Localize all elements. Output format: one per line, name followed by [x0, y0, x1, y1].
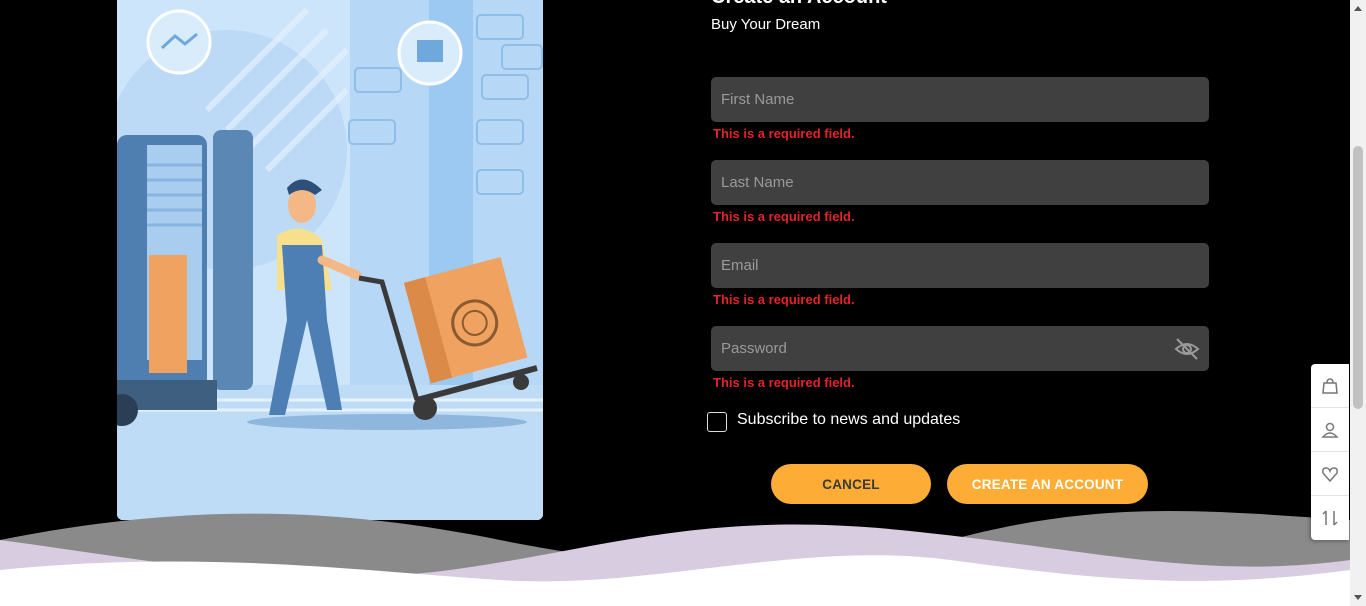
account-icon[interactable] — [1311, 408, 1349, 452]
create-account-button[interactable]: CREATE AN ACCOUNT — [947, 464, 1148, 504]
scroll-up-icon[interactable] — [1350, 0, 1366, 16]
first-name-input[interactable] — [711, 77, 1209, 122]
heart-icon[interactable] — [1311, 452, 1349, 496]
subscribe-checkbox[interactable] — [707, 412, 727, 432]
decorative-wave — [0, 511, 1350, 606]
scrollbar-thumb[interactable] — [1353, 146, 1363, 409]
page-subtitle: Buy Your Dream — [711, 16, 821, 33]
eye-slash-icon[interactable] — [1173, 335, 1201, 363]
quick-access-sidebar — [1311, 364, 1349, 540]
password-error: This is a required field. — [713, 375, 855, 390]
email-error: This is a required field. — [713, 292, 855, 307]
email-input[interactable] — [711, 243, 1209, 288]
last-name-error: This is a required field. — [713, 209, 855, 224]
cart-bag-icon[interactable] — [1311, 364, 1349, 408]
subscribe-label[interactable]: Subscribe to news and updates — [737, 411, 960, 429]
last-name-input[interactable] — [711, 160, 1209, 205]
page-title: Create an Account — [711, 0, 887, 9]
compare-icon[interactable] — [1311, 496, 1349, 540]
scroll-down-icon[interactable] — [1350, 590, 1366, 606]
password-input[interactable] — [711, 326, 1209, 371]
page-scrollbar[interactable] — [1350, 0, 1366, 606]
delivery-illustration — [117, 0, 543, 520]
first-name-error: This is a required field. — [713, 126, 855, 141]
page: Create an Account Buy Your Dream This is… — [0, 0, 1366, 606]
cancel-button[interactable]: CANCEL — [771, 464, 931, 504]
